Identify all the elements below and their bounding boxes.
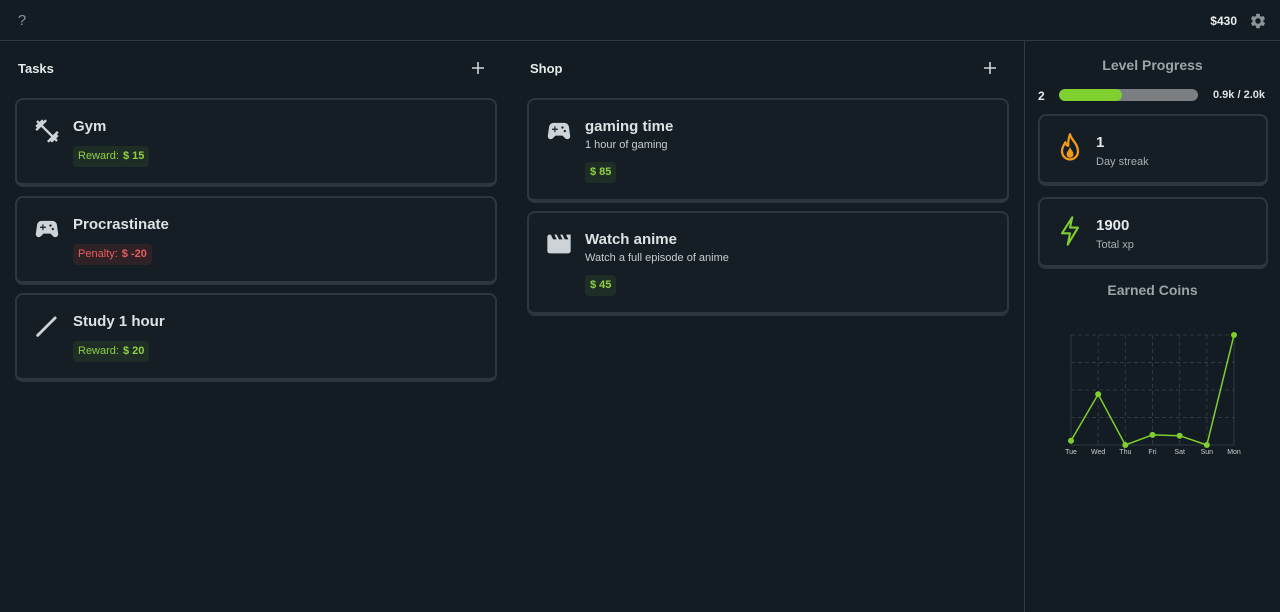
data-point (1203, 442, 1210, 448)
penalty-chip: Penalty: $ -20 (73, 244, 152, 265)
shop-item-description: Watch a full episode of anime (585, 252, 729, 264)
flame-icon (1060, 133, 1080, 161)
xp-label: Total xp (1096, 239, 1134, 251)
shop-card-watch-anime[interactable]: Watch anime Watch a full episode of anim… (527, 211, 1009, 316)
x-tick-label: Wed (1091, 449, 1105, 456)
x-tick-label: Tue (1065, 449, 1077, 456)
data-point (1176, 432, 1183, 439)
coin-balance: $430 (1210, 14, 1237, 28)
task-title: Gym (73, 118, 107, 135)
dumbbell-icon (35, 119, 59, 143)
earned-coins-chart: Tue Wed Thu Fri Sat Sun Mon (1065, 332, 1241, 456)
data-point (1149, 431, 1156, 438)
level-progress-text: 0.9k / 2.0k (1213, 89, 1265, 101)
gear-icon[interactable] (1249, 12, 1267, 30)
gamepad-icon (547, 122, 571, 140)
shop-title: Shop (530, 61, 563, 76)
price-chip: $ 85 (585, 162, 617, 183)
xp-value: 1900 (1096, 217, 1130, 234)
streak-label: Day streak (1096, 156, 1149, 168)
x-tick-label: Thu (1119, 449, 1131, 456)
x-tick-label: Fri (1148, 449, 1157, 456)
shop-card-gaming-time[interactable]: gaming time 1 hour of gaming $ 85 (527, 98, 1009, 203)
task-title: Procrastinate (73, 216, 169, 233)
stat-card-streak: 1 Day streak (1038, 114, 1268, 186)
data-point (1068, 437, 1074, 444)
sidebar-divider (1024, 41, 1025, 612)
level-number: 2 (1038, 89, 1045, 103)
pencil-icon (36, 316, 57, 337)
streak-value: 1 (1096, 134, 1105, 151)
task-card-procrastinate[interactable]: Procrastinate Penalty: $ -20 (15, 196, 497, 285)
shop-item-description: 1 hour of gaming (585, 139, 668, 151)
reward-chip: Reward: $ 15 (73, 146, 150, 167)
data-point (1095, 391, 1102, 398)
data-point (1122, 442, 1129, 448)
task-card-study[interactable]: Study 1 hour Reward: $ 20 (15, 293, 497, 382)
level-progress-bar (1059, 89, 1198, 101)
top-bar: ? $430 (0, 0, 1280, 41)
reward-chip: Reward: $ 20 (73, 341, 150, 362)
task-title: Study 1 hour (73, 313, 165, 330)
shop-item-title: Watch anime (585, 231, 677, 248)
price-chip: $ 45 (585, 275, 617, 296)
shop-item-title: gaming time (585, 118, 674, 135)
tasks-title: Tasks (18, 61, 54, 76)
clapperboard-icon (547, 234, 571, 254)
lightning-icon (1060, 216, 1080, 246)
add-shop-item-button[interactable] (981, 59, 999, 77)
stat-card-xp: 1900 Total xp (1038, 197, 1268, 269)
earned-coins-title: Earned Coins (1107, 282, 1198, 298)
data-point (1231, 332, 1237, 338)
level-progress-fill (1059, 89, 1122, 101)
task-card-gym[interactable]: Gym Reward: $ 15 (15, 98, 497, 187)
gamepad-icon (35, 220, 59, 238)
add-task-button[interactable] (469, 59, 487, 77)
help-button[interactable]: ? (15, 12, 29, 30)
level-progress-title: Level Progress (1102, 57, 1203, 73)
x-tick-label: Mon (1227, 449, 1241, 456)
x-tick-label: Sat (1174, 449, 1185, 456)
x-tick-label: Sun (1201, 449, 1214, 456)
